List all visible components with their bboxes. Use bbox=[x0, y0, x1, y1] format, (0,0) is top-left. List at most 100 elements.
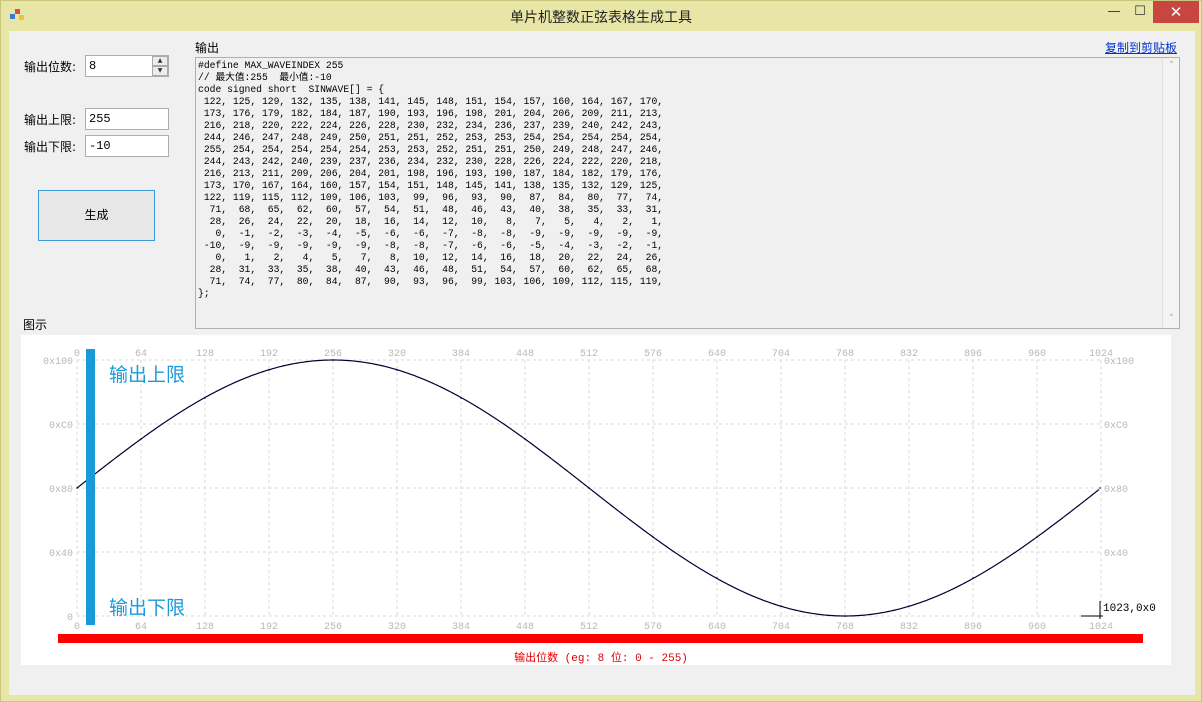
code-line: #define MAX_WAVEINDEX 255 bbox=[198, 60, 344, 71]
code-line: 71, 74, 77, 80, 84, 87, 90, 93, 96, 99, … bbox=[198, 276, 664, 287]
minimize-button[interactable]: — bbox=[1101, 1, 1127, 23]
x-tick-label-bottom: 1024 bbox=[1089, 622, 1113, 633]
data-point bbox=[76, 487, 78, 489]
x-tick-label-bottom: 320 bbox=[388, 622, 406, 633]
x-tick-label-top: 512 bbox=[580, 349, 598, 360]
data-point bbox=[332, 359, 334, 361]
data-point bbox=[396, 369, 398, 371]
code-line: 216, 218, 220, 222, 224, 226, 228, 230, … bbox=[198, 120, 664, 131]
x-tick-label-bottom: 64 bbox=[135, 622, 147, 633]
x-tick-label-bottom: 448 bbox=[516, 622, 534, 633]
code-line: 244, 246, 247, 248, 249, 250, 251, 251, … bbox=[198, 132, 664, 143]
cursor-coordinate-readout: 1023,0x0 bbox=[1103, 603, 1156, 615]
x-tick-label-top: 960 bbox=[1028, 349, 1046, 360]
x-tick-label-top: 448 bbox=[516, 349, 534, 360]
lower-limit-label: 输出下限: bbox=[24, 140, 77, 154]
x-tick-label-top: 704 bbox=[772, 349, 790, 360]
data-point bbox=[652, 536, 654, 538]
y-tick-label-right: 0x100 bbox=[1104, 357, 1134, 368]
x-tick-label-top: 192 bbox=[260, 349, 278, 360]
scroll-up-icon[interactable]: ˄ bbox=[1163, 58, 1180, 75]
x-tick-label-top: 640 bbox=[708, 349, 726, 360]
output-label: 输出 bbox=[195, 41, 220, 55]
x-tick-label-top: 384 bbox=[452, 349, 470, 360]
x-tick-label-top: 768 bbox=[836, 349, 854, 360]
code-line: // 最大值:255 最小值:-10 bbox=[198, 72, 332, 83]
spin-down-icon[interactable]: ▼ bbox=[152, 66, 168, 76]
code-line: 255, 254, 254, 254, 254, 254, 253, 253, … bbox=[198, 144, 664, 155]
chart-canvas: 0064641281281921922562563203203843844484… bbox=[43, 349, 1134, 633]
output-textarea[interactable]: #define MAX_WAVEINDEX 255// 最大值:255 最小值:… bbox=[195, 57, 1180, 329]
data-point bbox=[908, 605, 910, 607]
code-line: 28, 26, 24, 22, 20, 18, 16, 14, 12, 10, … bbox=[198, 216, 664, 227]
code-line: 71, 68, 65, 62, 60, 57, 54, 51, 48, 46, … bbox=[198, 204, 664, 215]
data-point bbox=[1099, 487, 1101, 489]
upper-lower-range-bar bbox=[86, 349, 95, 625]
bits-spinner[interactable]: ▲ ▼ bbox=[152, 56, 168, 76]
data-point bbox=[204, 397, 206, 399]
lower-limit-input[interactable]: -10 bbox=[85, 135, 169, 157]
y-tick-label-left: 0xC0 bbox=[49, 421, 73, 432]
crosshair-icon bbox=[1081, 601, 1103, 619]
data-point bbox=[716, 577, 718, 579]
x-tick-label-bottom: 832 bbox=[900, 622, 918, 633]
x-tick-label-bottom: 576 bbox=[644, 622, 662, 633]
code-line: 0, -1, -2, -3, -4, -5, -6, -6, -7, -8, -… bbox=[198, 228, 664, 239]
x-tick-label-bottom: 0 bbox=[74, 622, 80, 633]
bit-range-bar bbox=[58, 634, 1143, 643]
spin-up-icon[interactable]: ▲ bbox=[152, 56, 168, 66]
y-tick-label-left: 0 bbox=[67, 613, 73, 624]
data-point bbox=[844, 615, 846, 617]
maximize-button[interactable]: ☐ bbox=[1127, 1, 1153, 23]
x-tick-label-top: 64 bbox=[135, 349, 147, 360]
window-title: 单片机整数正弦表格生成工具 bbox=[510, 10, 692, 26]
code-line: code signed short SINWAVE[] = { bbox=[198, 84, 385, 95]
data-point bbox=[1036, 536, 1038, 538]
code-line: 0, 1, 2, 4, 5, 7, 8, 10, 12, 14, 16, 18,… bbox=[198, 252, 664, 263]
x-tick-label-bottom: 384 bbox=[452, 622, 470, 633]
data-point bbox=[140, 438, 142, 440]
x-tick-label-bottom: 896 bbox=[964, 622, 982, 633]
upper-limit-label: 输出上限: bbox=[24, 113, 77, 127]
x-axis-caption: 输出位数 (eg: 8 位: 0 - 255) bbox=[514, 653, 688, 665]
x-tick-label-top: 0 bbox=[74, 349, 80, 360]
data-point bbox=[588, 487, 590, 489]
x-tick-label-bottom: 128 bbox=[196, 622, 214, 633]
scroll-down-icon[interactable]: ˅ bbox=[1163, 311, 1180, 328]
code-line: 28, 31, 33, 35, 38, 40, 43, 46, 48, 51, … bbox=[198, 264, 664, 275]
title-bar[interactable]: 单片机整数正弦表格生成工具 — ☐ ✕ bbox=[1, 1, 1201, 31]
bits-label: 输出位数: bbox=[24, 60, 77, 74]
lower-limit-marker: 输出下限 bbox=[109, 597, 186, 619]
generate-button[interactable]: 生成 bbox=[38, 190, 155, 241]
x-tick-label-bottom: 256 bbox=[324, 622, 342, 633]
x-tick-label-bottom: 768 bbox=[836, 622, 854, 633]
x-tick-label-bottom: 704 bbox=[772, 622, 790, 633]
y-tick-label-left: 0x40 bbox=[49, 549, 73, 560]
x-tick-label-top: 320 bbox=[388, 349, 406, 360]
code-line: 122, 125, 129, 132, 135, 138, 141, 145, … bbox=[198, 96, 664, 107]
y-tick-label-right: 0x40 bbox=[1104, 549, 1128, 560]
code-line: 173, 170, 167, 164, 160, 157, 154, 151, … bbox=[198, 180, 664, 191]
vertical-scrollbar[interactable]: ˄ ˅ bbox=[1162, 58, 1179, 328]
code-line: 173, 176, 179, 182, 184, 187, 190, 193, … bbox=[198, 108, 664, 119]
x-tick-label-bottom: 512 bbox=[580, 622, 598, 633]
x-tick-label-top: 256 bbox=[324, 349, 342, 360]
y-tick-label-right: 0x80 bbox=[1104, 485, 1128, 496]
y-tick-label-left: 0x80 bbox=[49, 485, 73, 496]
client-area: 输出位数: 8 ▲ ▼ 输出上限: 255 输出下限: -10 生成 输出 复制… bbox=[9, 31, 1195, 695]
copy-to-clipboard-link[interactable]: 复制到剪贴板 bbox=[1105, 39, 1177, 56]
data-point bbox=[268, 369, 270, 371]
x-tick-label-bottom: 640 bbox=[708, 622, 726, 633]
data-point bbox=[972, 577, 974, 579]
close-button[interactable]: ✕ bbox=[1153, 1, 1199, 23]
code-line: 122, 119, 115, 112, 109, 106, 103, 99, 9… bbox=[198, 192, 664, 203]
y-tick-label-left: 0x100 bbox=[43, 357, 73, 368]
data-point bbox=[460, 397, 462, 399]
upper-limit-input[interactable]: 255 bbox=[85, 108, 169, 130]
y-tick-label-right: 0xC0 bbox=[1104, 421, 1128, 432]
x-tick-label-top: 576 bbox=[644, 349, 662, 360]
upper-limit-marker: 输出上限 bbox=[109, 364, 186, 386]
code-line: }; bbox=[198, 288, 210, 299]
preview-label: 图示 bbox=[23, 318, 48, 332]
x-tick-label-top: 896 bbox=[964, 349, 982, 360]
